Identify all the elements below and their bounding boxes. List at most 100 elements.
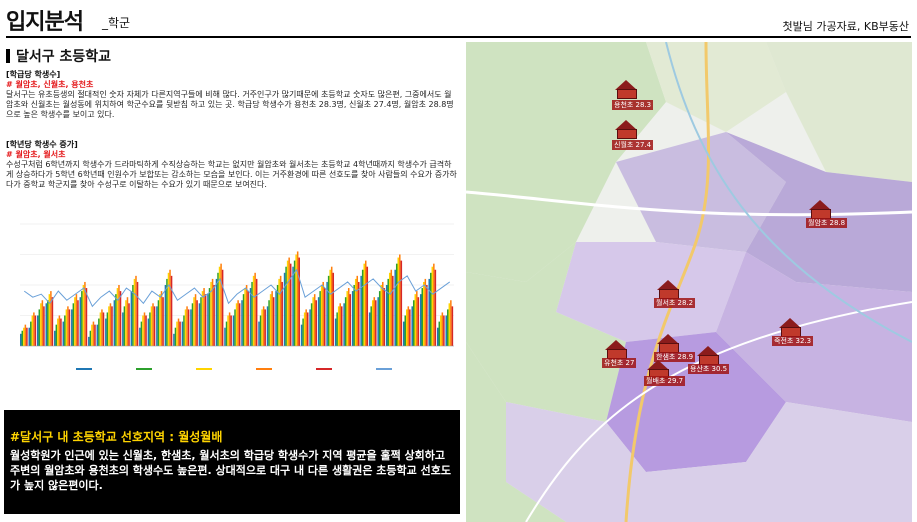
bar [118,285,120,346]
bar [378,291,381,346]
block-text: 수성구처럼 6학년까지 학생수가 드라마틱하게 수직상승하는 학교는 없지만 월… [6,160,457,189]
bar [152,303,154,346]
bar [45,303,48,346]
bar [156,306,158,346]
bar [268,300,270,346]
bar [404,315,407,346]
bar [160,291,163,346]
bar [254,272,256,346]
bar [193,297,195,346]
school-label-yongsan: 용산초 30.5 [688,364,730,374]
bar [77,300,79,346]
bar [445,315,448,346]
bar [371,300,374,346]
callout-heading: #달서구 내 초등학교 선호지역 : 월성월배 [10,430,223,444]
bar [82,285,85,346]
bar [309,309,311,346]
bar [258,321,260,346]
bar [85,288,88,346]
bar [179,321,181,346]
bar [41,300,44,346]
bar [448,303,451,346]
page-title: 입지분석 [6,10,84,35]
bar [201,291,204,346]
bar [344,297,347,346]
bar [102,312,105,346]
bar [64,315,66,346]
average-line [23,268,451,308]
bar [430,272,432,346]
bar [312,297,314,346]
bar [28,327,31,346]
bar [68,309,71,346]
bar [140,321,143,346]
map-background [466,42,912,522]
bar [443,315,445,346]
bar [31,315,34,346]
bar [296,251,299,346]
bar [207,294,209,346]
bar [79,297,82,346]
bar [91,324,93,346]
bar [116,288,119,346]
bar [343,303,345,346]
school-label-wolseo: 월서초 28.2 [654,298,696,308]
bar [433,263,435,346]
text-block-class-size: [학급당 학생수] # 월암초, 신월초, 용천초 달서구는 유초등생의 절대적… [6,70,458,120]
bar [238,303,241,346]
bar [204,294,207,346]
bar [385,285,388,346]
callout-box: #달서구 내 초등학교 선호지역 : 월성월배 월성학원가 인근에 있는 신월초… [4,410,460,514]
bar [428,278,431,346]
bar [315,300,317,346]
bar [122,312,124,346]
bar [225,321,228,346]
bar [125,300,127,346]
bar [364,260,367,346]
bar [249,288,252,346]
bar [278,278,280,346]
bar [368,312,371,346]
bar [143,312,146,346]
bar [340,306,343,346]
bar [196,300,198,346]
bar [20,333,22,346]
bar [170,275,173,346]
school-marker-yongcheon[interactable] [612,80,640,102]
bar [187,309,190,346]
bar [89,330,92,346]
bar [106,312,109,346]
bar [176,321,178,346]
bar [400,260,403,346]
bar [323,288,326,346]
bar [358,281,360,346]
district-map[interactable]: 용천초 28.3 신월초 27.4 월암초 28.8 월서초 28.2 유천초 … [466,42,912,522]
bar [111,306,113,346]
bar [262,306,265,346]
bar [382,281,384,346]
bar [184,309,187,346]
school-marker-sinwol[interactable] [612,120,640,142]
bar [332,272,335,346]
bar [108,306,110,346]
legend-swatch [376,368,392,370]
bar [228,312,231,346]
bar [279,275,282,346]
bar [303,312,306,346]
bar [440,315,442,346]
bar [266,306,269,346]
bar [434,269,437,346]
bar [330,266,333,346]
bar [119,291,122,346]
bar [60,318,62,346]
bar [360,275,362,346]
bar [356,275,359,346]
bar [387,278,389,346]
bar [283,272,286,346]
bar [366,266,369,346]
bar [157,300,160,346]
bar [169,269,171,346]
bar [426,285,428,346]
bar [407,306,410,346]
section-title-text: 달서구 초등학교 [16,49,112,65]
